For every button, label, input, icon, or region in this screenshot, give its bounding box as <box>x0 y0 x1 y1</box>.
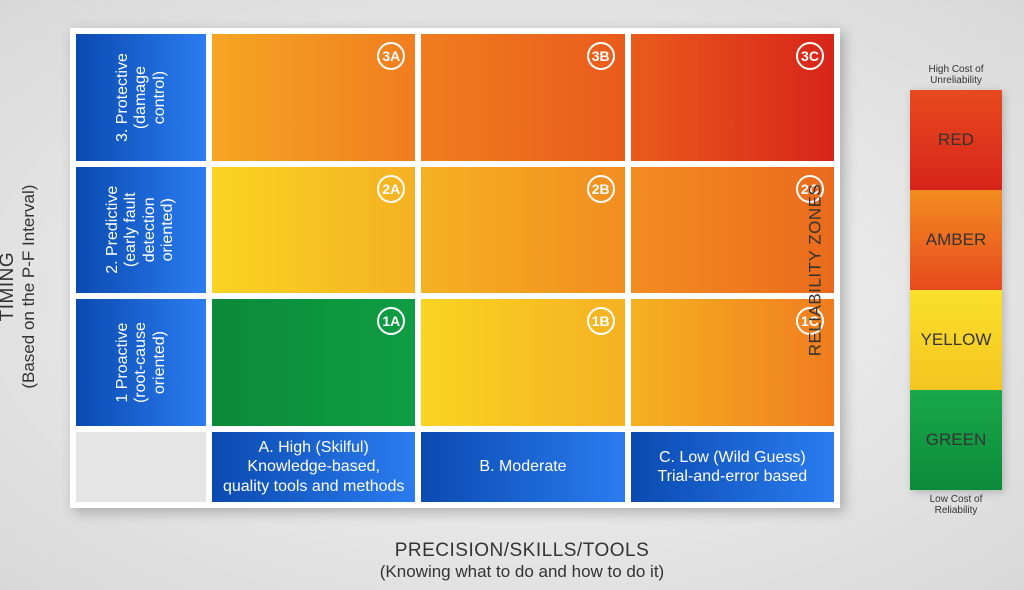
col-header-c: C. Low (Wild Guess) Trial-and-error base… <box>631 432 834 502</box>
y-axis-subtitle: (Based on the P-F Interval) <box>19 87 39 487</box>
col-sub-a: Knowledge-based, quality tools and metho… <box>223 457 404 495</box>
x-axis-label: PRECISION/SKILLS/TOOLS (Knowing what to … <box>210 540 834 582</box>
cell-1b: 1B <box>421 299 624 426</box>
col-title-c: C. Low (Wild Guess) <box>659 448 806 467</box>
legend-zone-amber: AMBER <box>910 190 1002 290</box>
col-header-b: B. Moderate <box>421 432 624 502</box>
badge-2b: 2B <box>587 175 615 203</box>
matrix-corner <box>76 432 206 502</box>
cell-3a: 3A <box>212 34 415 161</box>
cell-3c: 3C <box>631 34 834 161</box>
legend-title: RELIABILITY ZONES <box>806 184 826 357</box>
badge-3c: 3C <box>796 42 824 70</box>
cell-1a: 1A <box>212 299 415 426</box>
col-title-a: A. High (Skilful) <box>259 438 369 457</box>
cell-1c: 1C <box>631 299 834 426</box>
legend-bar: RED AMBER YELLOW GREEN <box>910 90 1002 490</box>
legend: High Cost of Unreliability RED AMBER YEL… <box>910 60 1002 520</box>
cell-2b: 2B <box>421 167 624 294</box>
cell-2a: 2A <box>212 167 415 294</box>
col-title-b: B. Moderate <box>479 457 566 476</box>
badge-2a: 2A <box>377 175 405 203</box>
legend-zone-green: GREEN <box>910 390 1002 490</box>
row-sub-1: (root-cause oriented) <box>132 322 167 403</box>
col-header-a: A. High (Skilful) Knowledge-based, quali… <box>212 432 415 502</box>
row-sub-3: (damage control) <box>132 66 167 129</box>
legend-zone-red: RED <box>910 90 1002 190</box>
row-title-1: 1 Proactive <box>113 323 130 403</box>
badge-3a: 3A <box>377 42 405 70</box>
legend-zone-yellow: YELLOW <box>910 290 1002 390</box>
legend-top-label: High Cost of Unreliability <box>910 64 1002 86</box>
col-sub-c: Trial-and-error based <box>657 467 807 486</box>
reliability-matrix: 3. Protective (damage control) 3A 3B 3C … <box>70 28 840 508</box>
cell-3b: 3B <box>421 34 624 161</box>
row-header-predictive: 2. Predictive (early fault detection ori… <box>76 167 206 294</box>
y-axis-label: TIMING (Based on the P-F Interval) <box>0 87 39 487</box>
x-axis-subtitle: (Knowing what to do and how to do it) <box>210 562 834 582</box>
badge-1a: 1A <box>377 307 405 335</box>
row-sub-2: (early fault detection oriented) <box>123 193 177 268</box>
row-header-protective: 3. Protective (damage control) <box>76 34 206 161</box>
x-axis-title: PRECISION/SKILLS/TOOLS <box>210 540 834 562</box>
badge-3b: 3B <box>587 42 615 70</box>
legend-bottom-label: Low Cost of Reliability <box>910 494 1002 516</box>
badge-1b: 1B <box>587 307 615 335</box>
row-header-proactive: 1 Proactive (root-cause oriented) <box>76 299 206 426</box>
row-title-3: 3. Protective <box>113 53 130 142</box>
y-axis-title: TIMING <box>0 87 19 487</box>
row-title-2: 2. Predictive <box>104 186 121 274</box>
cell-2c: 2C <box>631 167 834 294</box>
